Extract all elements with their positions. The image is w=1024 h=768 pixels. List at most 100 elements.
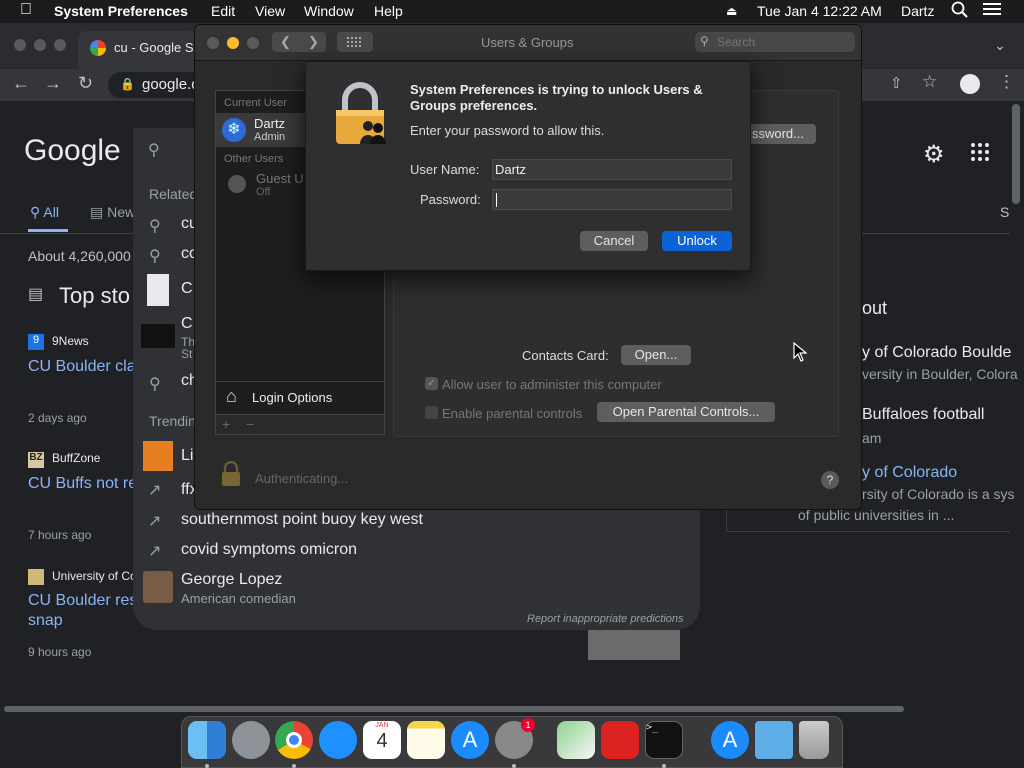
dialog-title: System Preferences is trying to unlock U…: [410, 82, 703, 113]
trending-item[interactable]: southernmost point buoy key west: [181, 511, 423, 529]
menu-window[interactable]: Window: [304, 3, 354, 19]
lock-icon: 🔒: [120, 77, 135, 91]
clock[interactable]: Tue Jan 4 12:22 AM: [757, 3, 882, 19]
folder-icon[interactable]: [755, 721, 793, 759]
reload-icon[interactable]: ↻: [78, 73, 93, 94]
minimize-button[interactable]: [227, 37, 239, 49]
trending-item[interactable]: Li: [181, 447, 193, 465]
safari-icon[interactable]: [319, 721, 357, 759]
help-button[interactable]: ?: [821, 471, 839, 489]
suggestion-item[interactable]: C: [181, 280, 193, 298]
news-source: 9News: [52, 334, 89, 348]
search-icon: ⚲: [149, 376, 161, 393]
app-store-icon[interactable]: A: [451, 721, 489, 759]
dock: JAN 4 A 1 >_ A: [181, 716, 843, 768]
show-all-grid-button[interactable]: [337, 32, 373, 52]
add-user-icon[interactable]: +: [222, 416, 230, 432]
close-button[interactable]: [207, 37, 219, 49]
news-title-cont[interactable]: snap: [28, 612, 63, 630]
launchpad-icon[interactable]: [232, 721, 270, 759]
news-title[interactable]: CU Boulder cla: [28, 358, 136, 376]
address-bar[interactable]: 🔒 google.c: [108, 72, 208, 98]
settings-gear-icon[interactable]: ⚙: [923, 140, 945, 169]
terminal-icon[interactable]: >_: [645, 721, 683, 759]
eject-icon[interactable]: ⏏: [726, 4, 737, 18]
news-title[interactable]: CU Buffs not re: [28, 475, 137, 493]
user-menu[interactable]: Dartz: [901, 3, 934, 19]
current-user-header: Current User: [224, 97, 287, 109]
menu-help[interactable]: Help: [374, 3, 403, 19]
apps-grid-icon[interactable]: [970, 142, 990, 167]
suggestion-thumbnail: [141, 324, 175, 348]
app-menu[interactable]: System Preferences: [54, 3, 188, 19]
report-predictions-link[interactable]: Report inappropriate predictions: [527, 613, 684, 625]
login-options-label: Login Options: [252, 390, 333, 405]
parental-checkbox-label: Enable parental controls: [442, 406, 583, 421]
menu-view[interactable]: View: [255, 3, 285, 19]
suggestion-item[interactable]: C: [181, 315, 193, 333]
menu-edit[interactable]: Edit: [211, 3, 235, 19]
cancel-button[interactable]: Cancel: [580, 231, 648, 251]
other-users-header: Other Users: [224, 153, 284, 165]
username-field[interactable]: Dartz: [492, 159, 732, 180]
open-parental-controls-button[interactable]: Open Parental Controls...: [597, 402, 775, 422]
zoom-button[interactable]: [247, 37, 259, 49]
back-forward-buttons[interactable]: ❮ ❯: [272, 32, 326, 52]
trending-item[interactable]: covid symptoms omicron: [181, 541, 357, 559]
bookmark-star-icon[interactable]: ☆: [922, 72, 937, 92]
contacts-open-button[interactable]: Open...: [621, 345, 691, 365]
parental-checkbox[interactable]: [425, 406, 438, 419]
close-window-button[interactable]: [14, 39, 26, 51]
minimize-window-button[interactable]: [34, 39, 46, 51]
tab-news-label: New: [107, 204, 136, 220]
notification-badge: 1: [521, 718, 535, 732]
search-placeholder: Search: [717, 35, 756, 49]
lock-icon[interactable]: [221, 460, 241, 487]
trending-arrow-icon: ↗: [148, 482, 162, 499]
share-icon[interactable]: ⇧: [890, 74, 903, 92]
authenticating-status: Authenticating...: [255, 471, 349, 486]
control-center-icon[interactable]: [983, 2, 1001, 19]
search-field[interactable]: ⚲ Search: [695, 32, 855, 52]
system-preferences-icon[interactable]: 1: [495, 718, 535, 759]
zoom-window-button[interactable]: [54, 39, 66, 51]
chrome-hscrollbar[interactable]: [4, 706, 904, 712]
unlock-button[interactable]: Unlock: [662, 231, 732, 251]
search-tab-news[interactable]: ▤ New: [90, 204, 135, 221]
trash-icon[interactable]: [799, 721, 829, 759]
guest-user-name[interactable]: Guest U: [256, 171, 304, 186]
kp-image: [588, 630, 680, 660]
spotlight-icon[interactable]: [951, 1, 968, 21]
chrome-icon[interactable]: [275, 721, 313, 759]
calendar-day: 4: [376, 730, 388, 752]
admin-checkbox-label: Allow user to administer this computer: [442, 377, 662, 392]
forward-chevron-icon[interactable]: ❯: [308, 32, 319, 52]
apple-icon[interactable]: : [20, 1, 32, 19]
forward-icon[interactable]: →: [44, 73, 62, 94]
trending-thumbnail: [143, 441, 173, 471]
finder-icon[interactable]: [188, 721, 226, 759]
login-options-row[interactable]: ⌂ Login Options: [216, 381, 384, 413]
news-title[interactable]: CU Boulder res: [28, 592, 137, 610]
person-name[interactable]: George Lopez: [181, 571, 282, 589]
google-logo[interactable]: Google: [24, 134, 121, 168]
chrome-scrollbar[interactable]: [1012, 104, 1020, 204]
back-icon[interactable]: ←: [12, 73, 30, 94]
profile-icon[interactable]: [960, 74, 980, 94]
browser-tab[interactable]: cu - Google Se: [78, 31, 201, 69]
search-tab-all[interactable]: ⚲ All: [30, 204, 59, 221]
back-chevron-icon[interactable]: ❮: [280, 32, 291, 52]
more-options-icon[interactable]: ⋮: [998, 72, 1015, 92]
notes-icon[interactable]: [407, 721, 445, 759]
admin-checkbox[interactable]: ✓: [425, 377, 438, 390]
username-label: User Name:: [410, 162, 480, 177]
remove-user-icon[interactable]: −: [246, 416, 254, 432]
tab-list-chevron-icon[interactable]: ⌄: [994, 37, 1006, 54]
maps-icon[interactable]: [557, 721, 595, 759]
calendar-icon[interactable]: JAN 4: [363, 721, 401, 759]
change-password-button[interactable]: ssword...: [740, 124, 816, 144]
settings-tab-partial[interactable]: S: [1000, 204, 1009, 220]
password-field[interactable]: [492, 189, 732, 210]
app-store-downloads-icon[interactable]: A: [711, 721, 749, 759]
pdf-reader-icon[interactable]: [601, 721, 639, 759]
